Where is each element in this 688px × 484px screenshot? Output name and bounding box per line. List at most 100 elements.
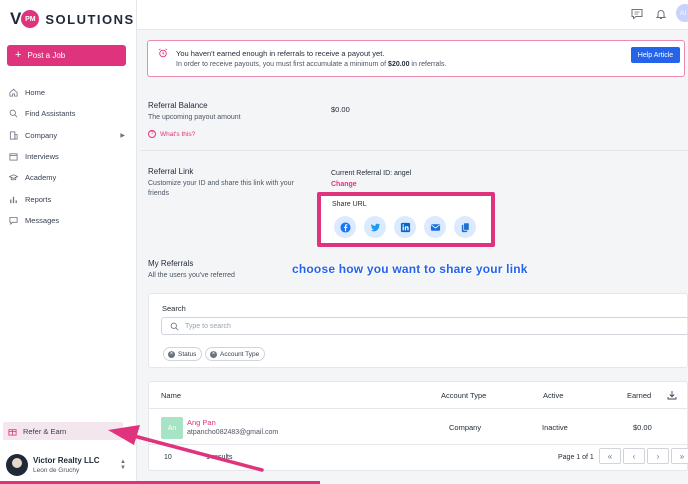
alert-minimum-amount: $20.00 xyxy=(388,61,410,68)
building-icon xyxy=(9,131,18,140)
refer-earn-label: Refer & Earn xyxy=(23,426,67,436)
referral-email: atpancho082483@gmail.com xyxy=(187,429,279,436)
pagination: « ‹ › » xyxy=(599,448,688,464)
email-icon xyxy=(430,223,440,231)
referral-link-title: Referral Link xyxy=(148,167,194,176)
account-user: Leon de Gruchy xyxy=(33,467,80,474)
share-url-label: Share URL xyxy=(332,201,367,208)
column-header-active[interactable]: Active xyxy=(543,391,563,400)
post-job-button[interactable]: + Post a Job xyxy=(7,45,126,66)
sidebar-item-refer-earn[interactable]: Refer & Earn xyxy=(3,422,123,440)
share-linkedin-button[interactable] xyxy=(394,216,416,238)
cell-account-type: Company xyxy=(449,423,482,432)
sidebar-item-label: Home xyxy=(25,88,46,98)
column-header-account-type[interactable]: Account Type xyxy=(441,391,486,400)
home-icon xyxy=(9,88,18,97)
sidebar-item-label: Company xyxy=(25,130,58,140)
account-switcher[interactable]: Victor Realty LLC Leon de Gruchy ▲ ▼ xyxy=(6,453,130,477)
avatar: An xyxy=(161,417,183,439)
sidebar-item-label: Reports xyxy=(25,194,52,204)
bar-chart-icon xyxy=(10,196,17,203)
user-avatar[interactable]: AI xyxy=(676,4,688,22)
payout-alert: You haven't earned enough in referrals t… xyxy=(147,40,685,77)
logo-mark: PM xyxy=(21,10,40,28)
status-filter-chip[interactable]: × Status xyxy=(163,347,203,361)
referrals-table: Name Account Type Active Earned An Ang P… xyxy=(148,381,688,471)
facebook-icon xyxy=(339,221,351,233)
alarm-icon xyxy=(158,48,168,58)
referral-link-desc: Customize your ID and share this link wi… xyxy=(148,180,294,197)
close-icon[interactable]: × xyxy=(210,350,217,358)
sidebar-item-label: Academy xyxy=(25,173,57,183)
chevron-right-icon: ▶ xyxy=(120,132,125,139)
avatar xyxy=(6,454,28,476)
alert-message: In order to receive payouts, you must fi… xyxy=(176,61,446,68)
alert-message-prefix: In order to receive payouts, you must fi… xyxy=(176,61,387,68)
sidebar-item-messages[interactable]: Messages xyxy=(0,210,137,231)
sidebar-item-home[interactable]: Home xyxy=(0,82,137,103)
divider xyxy=(140,150,688,151)
account-info: Victor Realty LLC Leon de Gruchy xyxy=(33,456,100,474)
chip-label: Account Type xyxy=(220,350,260,358)
app: V PM SOLUTIONS + Post a Job Home Find As… xyxy=(0,0,688,484)
prev-page-button[interactable]: ‹ xyxy=(623,448,645,464)
results-count: 1 results xyxy=(206,454,233,461)
sidebar-item-interviews[interactable]: Interviews xyxy=(0,146,137,167)
column-header-name[interactable]: Name xyxy=(161,391,181,400)
topbar: AI xyxy=(137,0,688,30)
tutorial-annotation: choose how you want to share your link xyxy=(292,262,528,276)
logo-text: SOLUTIONS xyxy=(45,11,135,27)
brand-logo[interactable]: V PM SOLUTIONS xyxy=(10,9,135,29)
download-icon[interactable] xyxy=(667,390,677,400)
search-field[interactable] xyxy=(161,317,688,335)
change-id-link[interactable]: Change xyxy=(331,181,357,188)
current-referral-id: Current Referral ID: angel xyxy=(331,170,412,177)
account-type-filter-chip[interactable]: × Account Type xyxy=(205,347,266,361)
page-size-select[interactable]: 10 xyxy=(164,454,172,461)
first-page-button[interactable]: « xyxy=(599,448,621,464)
close-icon[interactable]: × xyxy=(168,350,175,358)
bell-icon[interactable] xyxy=(655,8,667,20)
cell-active: Inactive xyxy=(542,423,568,432)
table-row[interactable]: An Ang Pan atpancho082483@gmail.com Comp… xyxy=(149,409,687,445)
calendar-icon xyxy=(9,153,18,161)
help-article-button[interactable]: Help Article xyxy=(631,47,680,63)
table-header: Name Account Type Active Earned xyxy=(149,382,687,409)
share-facebook-button[interactable] xyxy=(334,216,356,238)
sidebar-item-label: Interviews xyxy=(25,152,59,162)
whats-this-link[interactable]: ? What's this? xyxy=(148,130,195,138)
table-footer: 10 1 results Page 1 of 1 « ‹ › » xyxy=(149,445,688,470)
sidebar: V PM SOLUTIONS + Post a Job Home Find As… xyxy=(0,0,137,484)
sidebar-item-find-assistants[interactable]: Find Assistants xyxy=(0,103,137,124)
search-label: Search xyxy=(162,304,186,313)
my-referrals-title: My Referrals xyxy=(148,259,194,268)
linkedin-icon xyxy=(400,222,410,232)
share-twitter-button[interactable] xyxy=(364,216,386,238)
my-referrals-desc: All the users you've referred xyxy=(148,272,235,279)
sidebar-nav: Home Find Assistants Company ▶ Interview… xyxy=(0,82,137,231)
referral-name-link[interactable]: Ang Pan xyxy=(187,418,216,427)
chevron-up-down-icon: ▲ ▼ xyxy=(120,459,126,471)
plus-icon: + xyxy=(15,49,22,61)
graduation-cap-icon xyxy=(9,174,18,181)
search-input[interactable] xyxy=(185,322,485,330)
chat-icon[interactable] xyxy=(631,8,643,20)
question-icon: ? xyxy=(148,130,156,138)
copy-link-button[interactable] xyxy=(454,216,476,238)
sidebar-item-company[interactable]: Company ▶ xyxy=(0,125,137,146)
search-icon xyxy=(170,322,179,330)
sidebar-item-academy[interactable]: Academy xyxy=(0,167,137,188)
next-page-button[interactable]: › xyxy=(647,448,669,464)
search-icon xyxy=(9,110,18,118)
referral-balance-title: Referral Balance xyxy=(148,101,208,110)
referral-balance-desc: The upcoming payout amount xyxy=(148,114,241,121)
sidebar-item-label: Find Assistants xyxy=(25,109,76,119)
cell-earned: $0.00 xyxy=(633,423,652,432)
gift-icon xyxy=(8,428,17,436)
sidebar-item-reports[interactable]: Reports xyxy=(0,188,137,209)
account-name: Victor Realty LLC xyxy=(33,456,100,465)
column-header-earned[interactable]: Earned xyxy=(627,391,651,400)
post-job-label: Post a Job xyxy=(27,51,66,60)
last-page-button[interactable]: » xyxy=(671,448,688,464)
share-email-button[interactable] xyxy=(424,216,446,238)
